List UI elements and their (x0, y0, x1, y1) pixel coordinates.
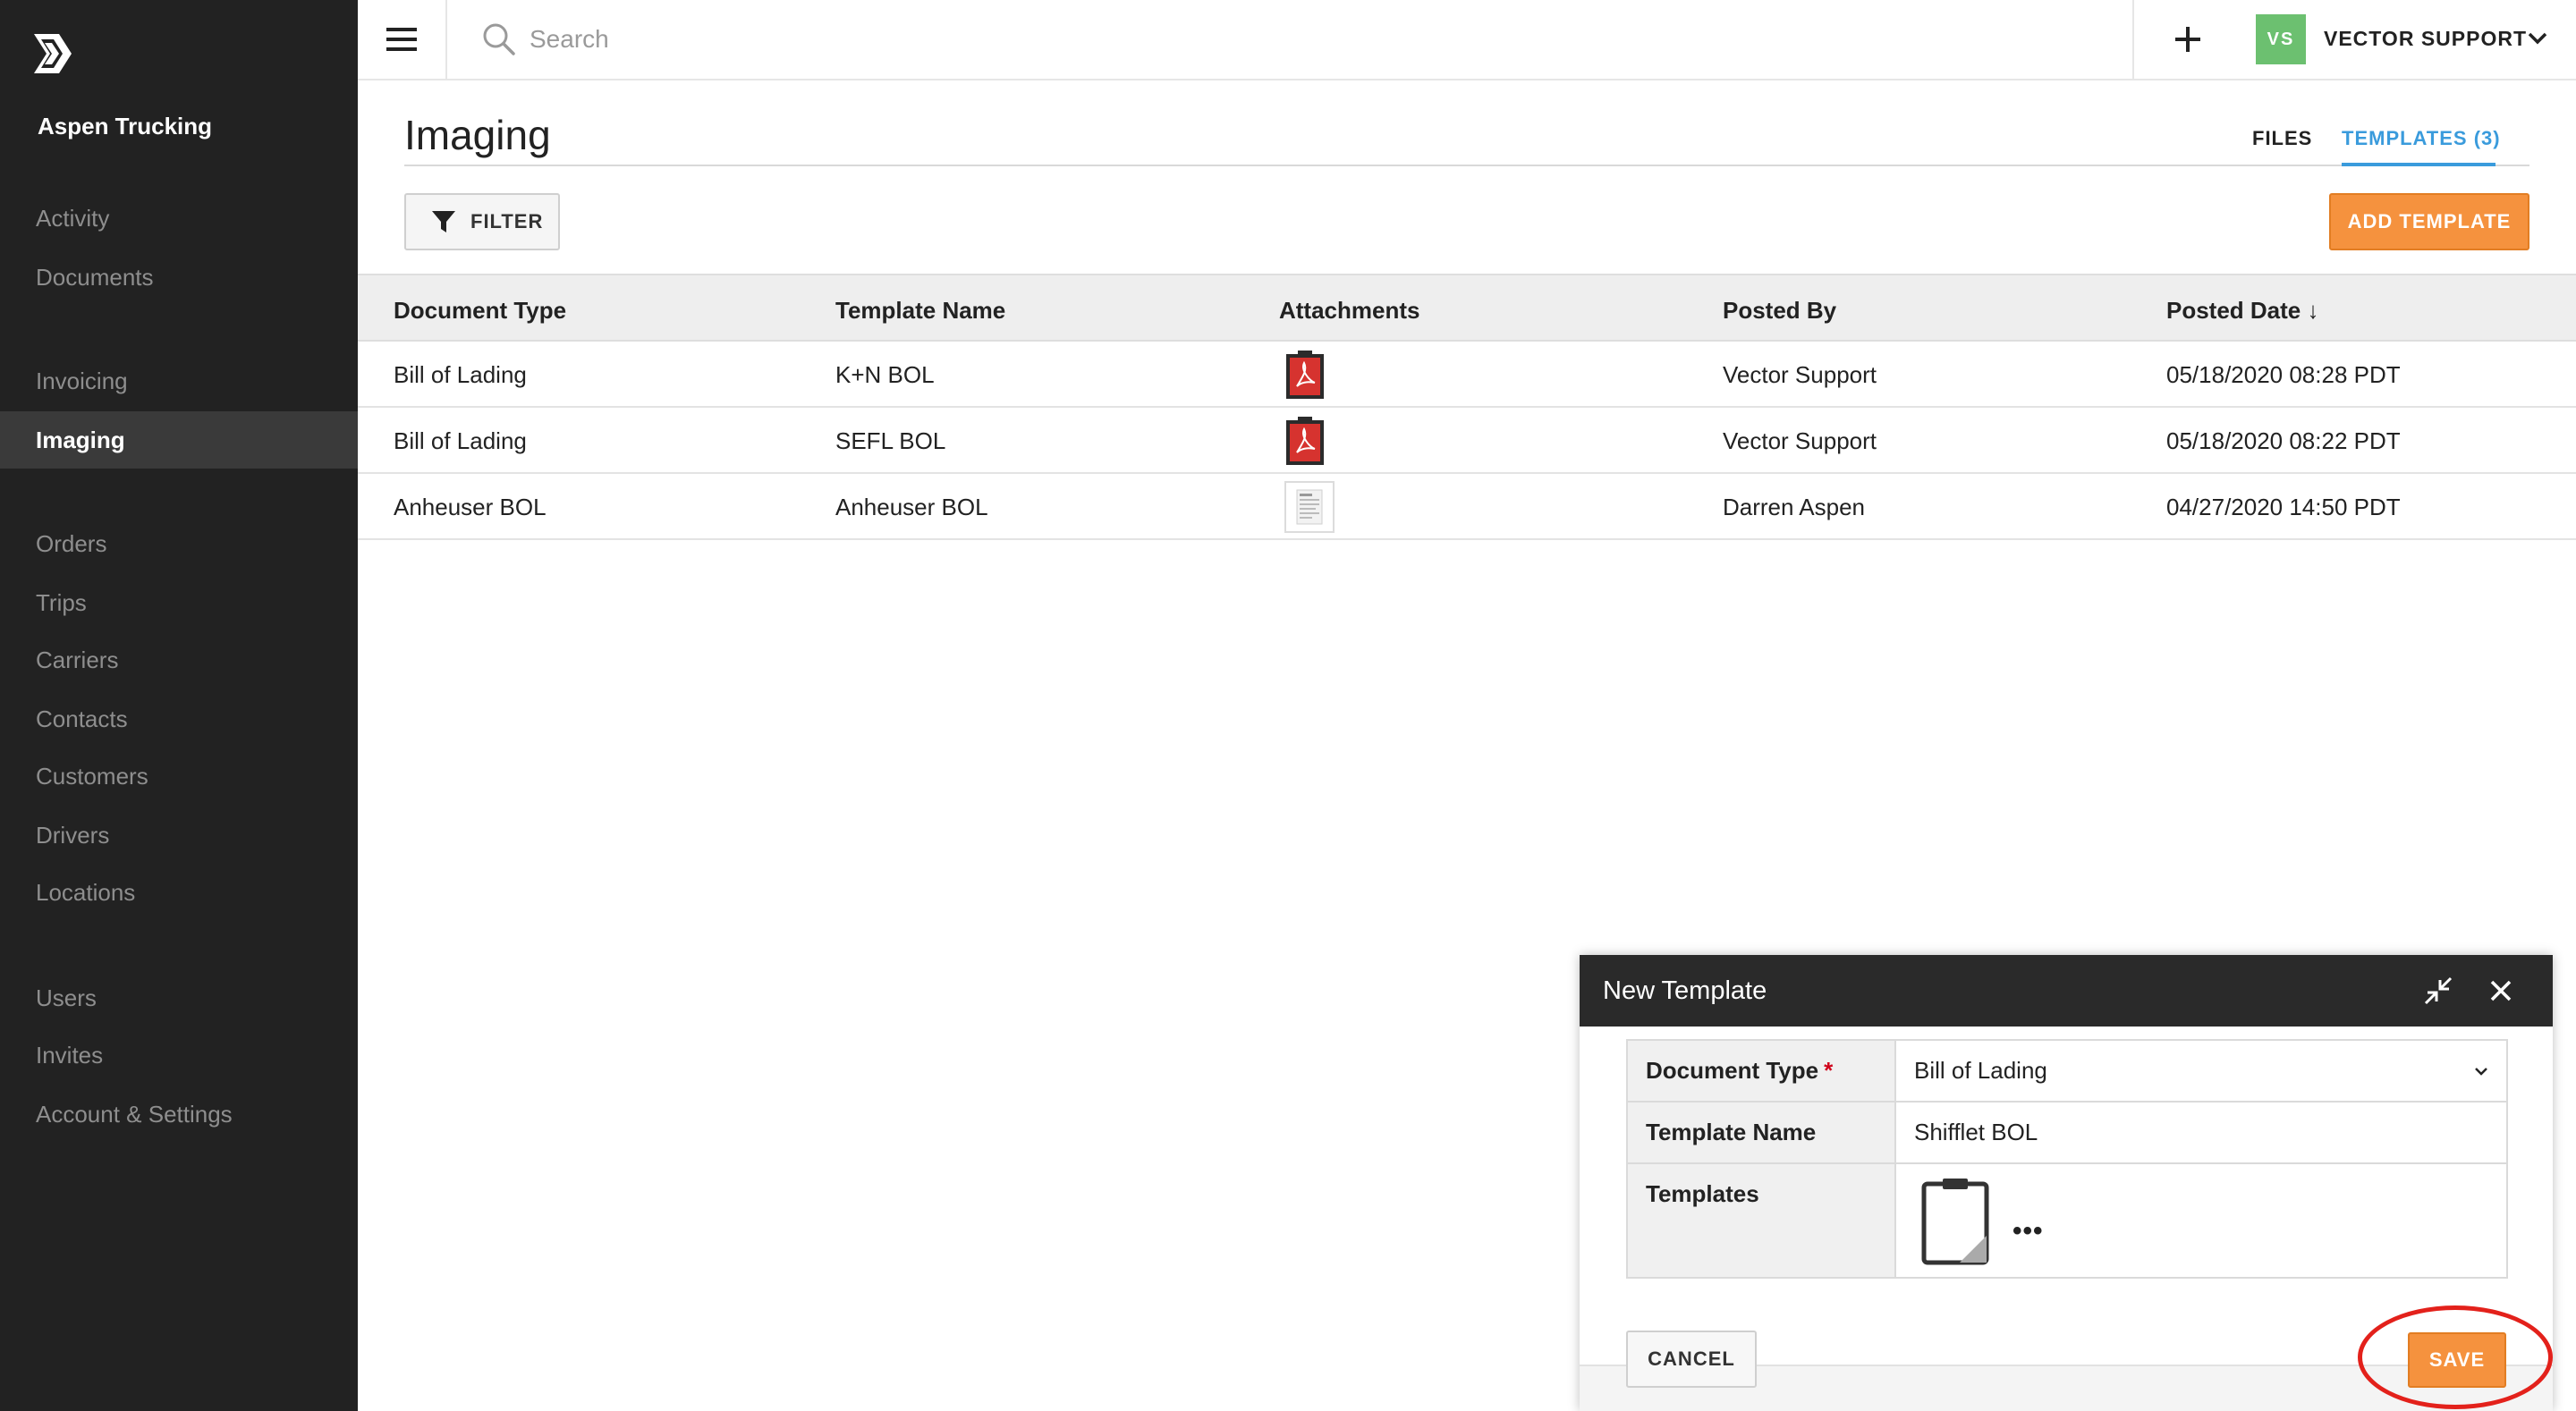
table-header: Document Type Template Name Attachments … (358, 274, 2576, 342)
hamburger-menu-button[interactable] (358, 0, 447, 79)
sidebar-item-carriers[interactable]: Carriers (0, 631, 358, 689)
avatar[interactable]: VS (2256, 14, 2306, 64)
sidebar-item-invoicing[interactable]: Invoicing (0, 352, 358, 410)
required-marker: * (1824, 1057, 1834, 1084)
filter-button-label: FILTER (470, 210, 544, 232)
sidebar-item-invites[interactable]: Invites (0, 1027, 358, 1084)
cell-template-name: K+N BOL (835, 361, 935, 388)
minimize-icon[interactable] (2420, 973, 2456, 1009)
sidebar-item-users[interactable]: Users (0, 969, 358, 1027)
pdf-icon[interactable] (1284, 415, 1326, 467)
form-row-template-name: Template Name Shifflet BOL (1628, 1103, 2506, 1164)
sidebar-item-imaging[interactable]: Imaging (0, 411, 358, 469)
filter-button[interactable]: FILTER (404, 193, 560, 250)
clipboard-icon[interactable] (1921, 1177, 1989, 1266)
sidebar-item-trips[interactable]: Trips (0, 574, 358, 631)
tab-files[interactable]: FILES (2252, 127, 2312, 150)
chevron-down-icon (2475, 1068, 2487, 1076)
more-options-icon[interactable]: ••• (2012, 1216, 2044, 1246)
search-input[interactable] (530, 18, 1335, 61)
cell-document-type: Bill of Lading (394, 361, 527, 388)
cell-posted-date: 04/27/2020 14:50 PDT (2166, 494, 2401, 520)
filter-icon (432, 211, 455, 232)
cell-document-type: Bill of Lading (394, 427, 527, 454)
chevron-down-icon[interactable] (2524, 25, 2551, 52)
sidebar-item-documents[interactable]: Documents (0, 249, 358, 306)
new-template-dialog: New Template Document Type * Bill of Ladi… (1580, 955, 2553, 1411)
cell-posted-by: Darren Aspen (1723, 494, 1865, 520)
pdf-icon[interactable] (1284, 349, 1326, 401)
table-row[interactable]: Anheuser BOL Anheuser BOL Darren Aspen 0… (358, 474, 2576, 540)
sidebar-item-customers[interactable]: Customers (0, 748, 358, 805)
cell-posted-by: Vector Support (1723, 361, 1877, 388)
add-new-button[interactable] (2166, 18, 2209, 61)
column-header-posted-date[interactable]: Posted Date ↓ (2166, 297, 2319, 325)
company-name: Aspen Trucking (38, 113, 213, 139)
document-type-select[interactable]: Bill of Lading (1896, 1041, 2506, 1101)
table-row[interactable]: Bill of Lading SEFL BOL Vector Support 0… (358, 408, 2576, 474)
cell-template-name: SEFL BOL (835, 427, 946, 454)
cell-posted-by: Vector Support (1723, 427, 1877, 454)
column-header-template-name[interactable]: Template Name (835, 297, 1005, 325)
cancel-button[interactable]: CANCEL (1626, 1331, 1757, 1388)
document-thumbnail-icon[interactable] (1284, 481, 1335, 533)
template-name-input[interactable]: Shifflet BOL (1896, 1103, 2506, 1162)
sidebar-item-account-settings[interactable]: Account & Settings (0, 1086, 358, 1143)
sidebar-item-drivers[interactable]: Drivers (0, 807, 358, 864)
plus-icon (2175, 27, 2200, 52)
sidebar: Aspen Trucking Activity Documents Invoic… (0, 0, 358, 1411)
sidebar-item-orders[interactable]: Orders (0, 515, 358, 572)
document-type-label: Document Type * (1628, 1041, 1896, 1101)
table-row[interactable]: Bill of Lading K+N BOL Vector Support 05… (358, 342, 2576, 408)
header-divider (404, 165, 2529, 166)
form-row-templates: Templates ••• (1628, 1164, 2506, 1277)
sidebar-item-contacts[interactable]: Contacts (0, 690, 358, 748)
user-menu-name[interactable]: VECTOR SUPPORT (2324, 27, 2527, 51)
top-bar: VS VECTOR SUPPORT (358, 0, 2576, 80)
templates-field: ••• (1896, 1164, 2506, 1277)
column-header-posted-by[interactable]: Posted By (1723, 297, 1836, 325)
close-icon[interactable] (2483, 973, 2519, 1009)
dialog-title: New Template (1603, 976, 1767, 1005)
cell-document-type: Anheuser BOL (394, 494, 547, 520)
templates-label: Templates (1628, 1164, 1896, 1277)
tab-active-underline (2342, 163, 2496, 166)
cell-posted-date: 05/18/2020 08:22 PDT (2166, 427, 2401, 454)
template-form: Document Type * Bill of Lading Template N… (1626, 1039, 2508, 1279)
sidebar-item-activity[interactable]: Activity (0, 190, 358, 247)
hamburger-icon (386, 28, 417, 51)
column-header-attachments[interactable]: Attachments (1279, 297, 1419, 325)
add-template-button[interactable]: ADD TEMPLATE (2329, 193, 2529, 250)
cell-posted-date: 05/18/2020 08:28 PDT (2166, 361, 2401, 388)
tab-templates[interactable]: TEMPLATES (3) (2342, 127, 2501, 150)
cell-template-name: Anheuser BOL (835, 494, 988, 520)
form-row-document-type: Document Type * Bill of Lading (1628, 1041, 2506, 1103)
save-button[interactable]: SAVE (2408, 1332, 2506, 1388)
page-title: Imaging (404, 112, 551, 158)
topbar-divider (2132, 0, 2134, 79)
column-header-document-type[interactable]: Document Type (394, 297, 566, 325)
vector-logo-icon[interactable] (32, 32, 73, 75)
dialog-header: New Template (1580, 955, 2553, 1027)
search-icon (483, 23, 515, 55)
document-type-value: Bill of Lading (1914, 1057, 2047, 1084)
sidebar-item-locations[interactable]: Locations (0, 864, 358, 921)
template-name-label: Template Name (1628, 1103, 1896, 1162)
